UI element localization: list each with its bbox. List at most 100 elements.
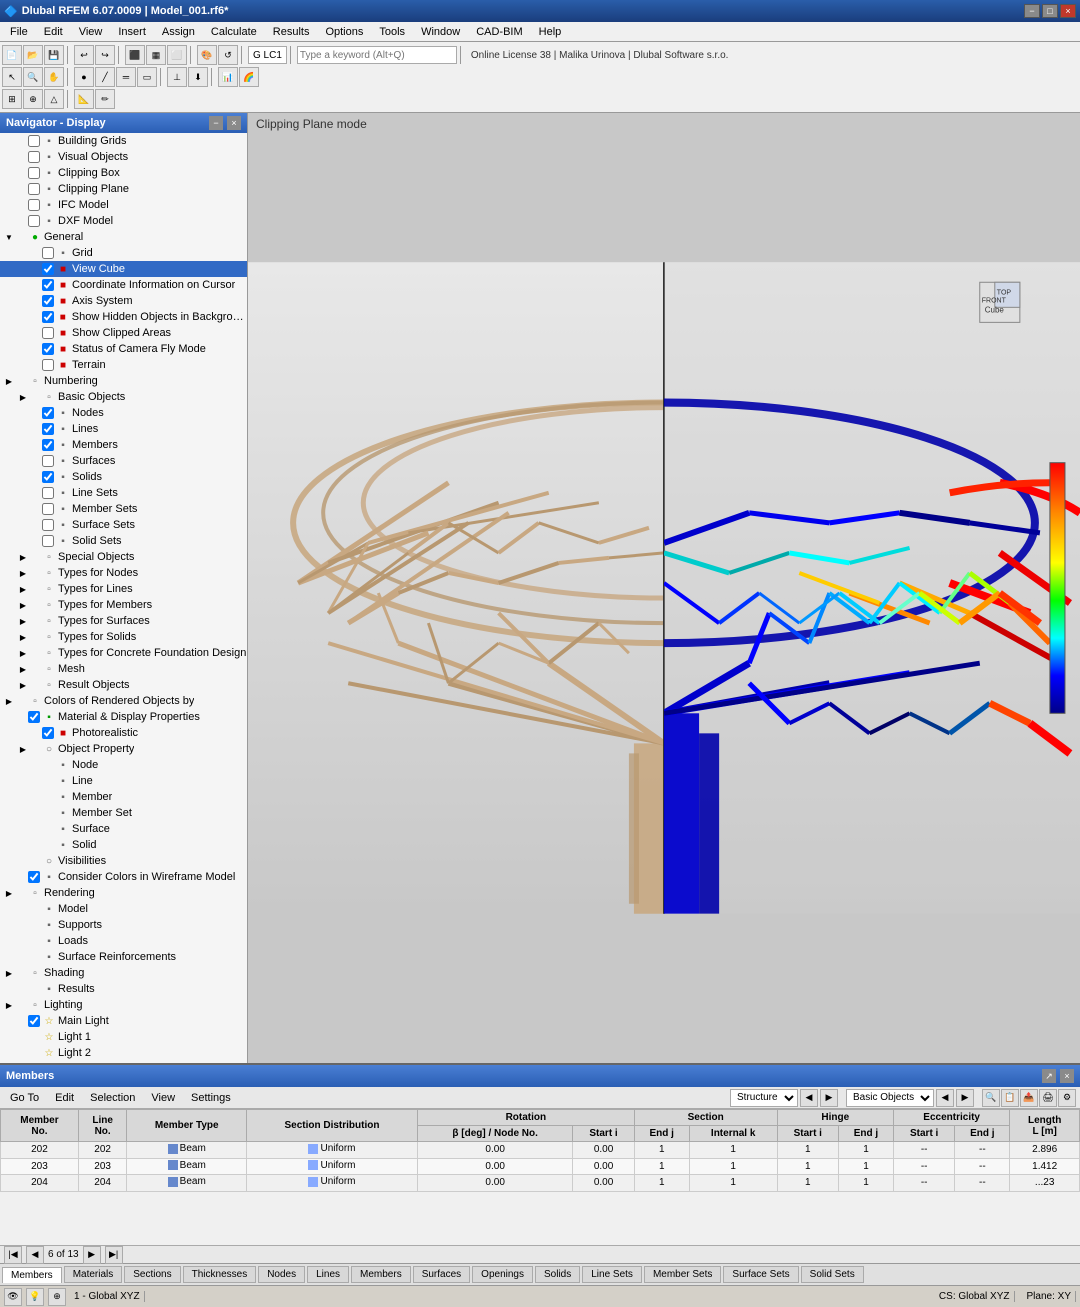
filter-icon-btn[interactable]: 🔍 <box>982 1089 1000 1107</box>
tree-item-surface-reinforcements[interactable]: ▪Surface Reinforcements <box>0 949 247 965</box>
result-diagram-btn[interactable]: 📊 <box>218 67 238 87</box>
tree-item-clipping-plane[interactable]: ▪Clipping Plane <box>0 181 247 197</box>
tree-item-member-sets[interactable]: ▪Member Sets <box>0 501 247 517</box>
select-btn[interactable]: ↖ <box>2 67 22 87</box>
bottom-tab-sections-2[interactable]: Sections <box>124 1266 180 1283</box>
table-row[interactable]: 204204BeamUniform0.000.001111----...23 <box>1 1175 1080 1192</box>
expander-types-surfaces[interactable]: ▶ <box>18 616 28 626</box>
settings-menu[interactable]: Settings <box>185 1090 237 1106</box>
tree-item-lighting[interactable]: ▶▫Lighting <box>0 997 247 1013</box>
checkbox-show-hidden[interactable] <box>42 311 54 323</box>
tree-item-members[interactable]: ▪Members <box>0 437 247 453</box>
expander-lighting[interactable]: ▶ <box>4 1000 14 1010</box>
checkbox-show-clipped[interactable] <box>42 327 54 339</box>
tree-item-dxf-model[interactable]: ▪DXF Model <box>0 213 247 229</box>
menu-item-view[interactable]: View <box>71 24 111 40</box>
checkbox-member-sets[interactable] <box>42 503 54 515</box>
bottom-tab-lines-5[interactable]: Lines <box>307 1266 349 1283</box>
col-sec-intk[interactable]: Internal k <box>689 1126 777 1142</box>
tree-item-line-sets[interactable]: ▪Line Sets <box>0 485 247 501</box>
tree-item-lines[interactable]: ▪Lines <box>0 421 247 437</box>
tree-item-terrain[interactable]: ■Terrain <box>0 357 247 373</box>
bottom-tab-solids-9[interactable]: Solids <box>535 1266 580 1283</box>
tree-item-coordinate-info[interactable]: ■Coordinate Information on Cursor <box>0 277 247 293</box>
member-btn[interactable]: ═ <box>116 67 136 87</box>
tree-item-ifc-model[interactable]: ▪IFC Model <box>0 197 247 213</box>
bottom-tab-members-6[interactable]: Members <box>351 1266 411 1283</box>
tree-item-result-objects[interactable]: ▶▫Result Objects <box>0 677 247 693</box>
tree-item-basic-objects[interactable]: ▶▫Basic Objects <box>0 389 247 405</box>
rotate-btn[interactable]: ↺ <box>218 45 238 65</box>
table-row[interactable]: 203203BeamUniform0.000.001111----1.412 <box>1 1158 1080 1175</box>
col-rotation-header[interactable]: Rotation <box>417 1110 634 1126</box>
bottom-tab-thicknesses-3[interactable]: Thicknesses <box>183 1266 257 1283</box>
checkbox-grid[interactable] <box>42 247 54 259</box>
tree-item-types-solids[interactable]: ▶▫Types for Solids <box>0 629 247 645</box>
col-hinge-starti[interactable]: Start i <box>777 1126 838 1142</box>
status-light-btn[interactable]: 💡 <box>26 1288 44 1306</box>
menu-item-calculate[interactable]: Calculate <box>203 24 265 40</box>
tree-item-results-shading[interactable]: ▪Results <box>0 981 247 997</box>
col-section-header[interactable]: Section <box>634 1110 777 1126</box>
snap-btn3[interactable]: △ <box>44 89 64 109</box>
tree-item-visibilities[interactable]: ○Visibilities <box>0 853 247 869</box>
bottom-tab-materials-1[interactable]: Materials <box>64 1266 123 1283</box>
tree-item-types-surfaces[interactable]: ▶▫Types for Surfaces <box>0 613 247 629</box>
view-btn1[interactable]: ⬛ <box>125 45 145 65</box>
tree-item-nodes[interactable]: ▪Nodes <box>0 405 247 421</box>
export-icon-btn[interactable]: 📤 <box>1020 1089 1038 1107</box>
tree-item-camera-fly[interactable]: ■Status of Camera Fly Mode <box>0 341 247 357</box>
tree-item-photorealistic[interactable]: ■Photorealistic <box>0 725 247 741</box>
tree-item-shading[interactable]: ▶▫Shading <box>0 965 247 981</box>
menu-item-file[interactable]: File <box>2 24 36 40</box>
snap-btn1[interactable]: ⊞ <box>2 89 22 109</box>
tree-item-mesh[interactable]: ▶▫Mesh <box>0 661 247 677</box>
expander-colors-rendered[interactable]: ▶ <box>4 696 14 706</box>
open-btn[interactable]: 📂 <box>23 45 43 65</box>
col-rot-starti[interactable]: Start i <box>573 1126 634 1142</box>
col-ecc-starti[interactable]: Start i <box>893 1126 954 1142</box>
bottom-panel-close-btn[interactable]: × <box>1060 1069 1074 1083</box>
render-btn[interactable]: 🎨 <box>197 45 217 65</box>
expander-shading[interactable]: ▶ <box>4 968 14 978</box>
bottom-tab-surface-sets-12[interactable]: Surface Sets <box>723 1266 798 1283</box>
settings-icon-btn[interactable]: ⚙ <box>1058 1089 1076 1107</box>
col-section-dist[interactable]: Section Distribution <box>247 1110 418 1142</box>
col-length[interactable]: LengthL [m] <box>1010 1110 1080 1142</box>
expander-result-objects[interactable]: ▶ <box>18 680 28 690</box>
tree-item-surface-sets[interactable]: ▪Surface Sets <box>0 517 247 533</box>
col-hinge-endj[interactable]: End j <box>838 1126 893 1142</box>
node-btn[interactable]: ● <box>74 67 94 87</box>
checkbox-solid-sets[interactable] <box>42 535 54 547</box>
checkbox-terrain[interactable] <box>42 359 54 371</box>
menu-item-results[interactable]: Results <box>265 24 318 40</box>
tree-item-show-hidden[interactable]: ■Show Hidden Objects in Background <box>0 309 247 325</box>
expander-mesh[interactable]: ▶ <box>18 664 28 674</box>
filter-select-2[interactable]: Basic Objects All Objects <box>846 1089 934 1107</box>
checkbox-consider-colors[interactable] <box>28 871 40 883</box>
tree-item-node-prop[interactable]: ▪Node <box>0 757 247 773</box>
bottom-tab-openings-8[interactable]: Openings <box>472 1266 533 1283</box>
close-button[interactable]: × <box>1060 4 1076 18</box>
tree-item-special-objects[interactable]: ▶▫Special Objects <box>0 549 247 565</box>
checkbox-surface-sets[interactable] <box>42 519 54 531</box>
col-hinge-header[interactable]: Hinge <box>777 1110 893 1126</box>
checkbox-photorealistic[interactable] <box>42 727 54 739</box>
tree-item-view-cube[interactable]: ■View Cube <box>0 261 247 277</box>
tree-item-light3[interactable]: ☆Light 3 <box>0 1061 247 1063</box>
expander-rendering[interactable]: ▶ <box>4 888 14 898</box>
save-btn[interactable]: 💾 <box>44 45 64 65</box>
minimize-button[interactable]: − <box>1024 4 1040 18</box>
tree-item-types-members[interactable]: ▶▫Types for Members <box>0 597 247 613</box>
tree-item-solid-prop[interactable]: ▪Solid <box>0 837 247 853</box>
tree-item-general[interactable]: ▼●General <box>0 229 247 245</box>
filter2-prev[interactable]: ◀ <box>936 1089 954 1107</box>
menu-item-help[interactable]: Help <box>531 24 570 40</box>
expander-types-nodes[interactable]: ▶ <box>18 568 28 578</box>
filter2-next[interactable]: ▶ <box>956 1089 974 1107</box>
tree-item-visual-objects[interactable]: ▪Visual Objects <box>0 149 247 165</box>
tree-item-types-lines[interactable]: ▶▫Types for Lines <box>0 581 247 597</box>
color-scale-btn[interactable]: 🌈 <box>239 67 259 87</box>
viewport[interactable]: Clipping Plane mode <box>248 113 1080 1063</box>
expander-types-lines[interactable]: ▶ <box>18 584 28 594</box>
